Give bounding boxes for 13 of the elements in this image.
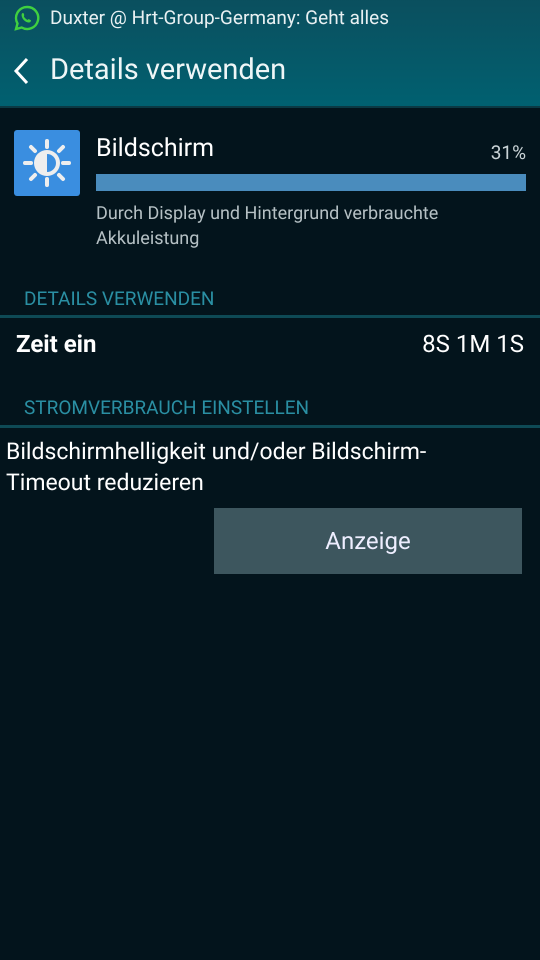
chat-bubble-icon (14, 5, 40, 31)
item-description: Durch Display und Hintergrund verbrauchte Akkuleistung (96, 202, 440, 250)
section-header: STROMVERBRAUCH EINSTELLEN (24, 396, 310, 419)
notification-text: Duxter @ Hrt-Group-Germany: Geht alles (50, 4, 390, 31)
item-name: Bildschirm (96, 133, 214, 165)
screen-title: Details verwenden (50, 52, 286, 90)
percent-text: 31% (490, 140, 526, 166)
detail-value: 8S 1M 1S (422, 329, 524, 360)
section-header: DETAILS VERWENDEN (24, 286, 214, 310)
tip-text: Bildschirmhelligkeit und/oder Bildschirm-Timeout reduzieren (5, 436, 428, 498)
display-button[interactable]: Anzeige (214, 508, 522, 574)
detail-label: Zeit ein (16, 329, 96, 360)
brightness-icon (14, 130, 80, 196)
